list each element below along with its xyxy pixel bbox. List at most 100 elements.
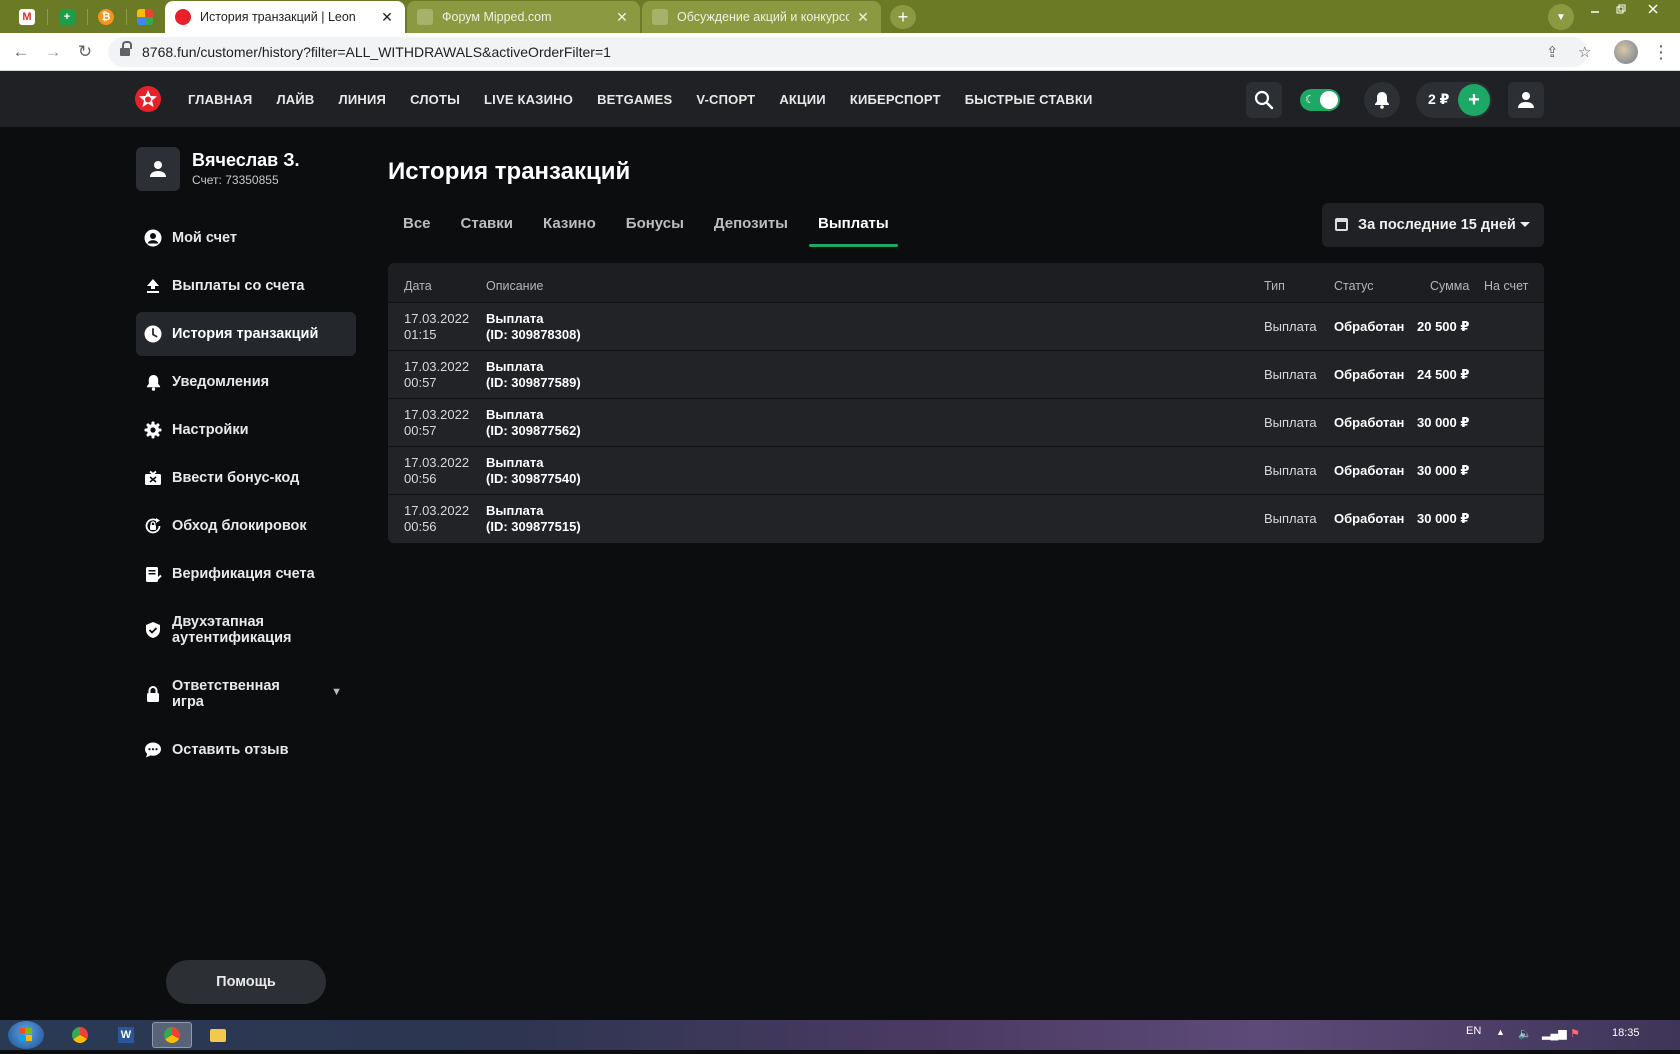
restore-button[interactable] bbox=[1608, 0, 1634, 18]
table-row[interactable]: 17.03.2022 00:57 Выплата (ID: 309877562)… bbox=[388, 399, 1544, 447]
chevron-down-icon[interactable]: ▼ bbox=[331, 686, 342, 698]
pinned-tab-bitcoin[interactable]: ₿ bbox=[91, 4, 121, 30]
colorful-apps-icon bbox=[137, 9, 153, 25]
tab-mipped-forum[interactable]: Форум Mipped.com ✕ bbox=[407, 1, 640, 33]
flag-alert-icon[interactable]: ⚑ bbox=[1570, 1027, 1580, 1040]
start-button[interactable] bbox=[8, 1021, 44, 1049]
row-type: Выплата bbox=[1264, 511, 1317, 526]
bell-icon bbox=[1375, 92, 1389, 109]
nav-quick-bets[interactable]: БЫСТРЫЕ СТАВКИ bbox=[965, 92, 1093, 107]
sidebar-item-label: Обход блокировок bbox=[172, 518, 307, 534]
leon-logo[interactable] bbox=[134, 85, 162, 113]
gift-icon bbox=[144, 469, 162, 487]
table-row[interactable]: 17.03.2022 00:56 Выплата (ID: 309877515)… bbox=[388, 495, 1544, 543]
lock-icon bbox=[120, 41, 132, 57]
sidebar-item-feedback[interactable]: Оставить отзыв bbox=[136, 728, 356, 772]
tab-promo-discussion[interactable]: Обсуждение акций и конкурсов ✕ bbox=[642, 1, 881, 33]
pinned-tab-sheets[interactable]: + bbox=[52, 4, 82, 30]
tray-expand-icon[interactable]: ▲ bbox=[1496, 1027, 1505, 1037]
row-time: 00:56 bbox=[404, 519, 437, 534]
row-time: 01:15 bbox=[404, 327, 437, 342]
tab-search-button[interactable]: ▼ bbox=[1548, 4, 1574, 30]
sidebar-item-bonus-code[interactable]: Ввести бонус-код bbox=[136, 456, 356, 500]
transactions-table: Дата Описание Тип Статус Сумма На счет 1… bbox=[388, 263, 1544, 543]
help-button[interactable]: Помощь bbox=[166, 960, 326, 1004]
period-dropdown[interactable]: За последние 15 дней bbox=[1322, 203, 1544, 247]
close-tab-icon[interactable]: ✕ bbox=[855, 9, 871, 26]
sidebar-item-two-factor[interactable]: Двухэтапная аутентификация bbox=[136, 600, 306, 660]
sidebar-item-settings[interactable]: Настройки bbox=[136, 408, 356, 452]
new-tab-button[interactable]: + bbox=[890, 5, 916, 29]
tab-leon-history[interactable]: История транзакций | Leon ✕ bbox=[165, 1, 405, 33]
profile-button[interactable] bbox=[1508, 82, 1544, 118]
pinned-tab-gmail[interactable]: M bbox=[12, 4, 42, 30]
network-icon[interactable]: ▂▄▆ bbox=[1542, 1027, 1567, 1040]
page-icon bbox=[652, 9, 668, 25]
volume-icon[interactable]: 🔈 bbox=[1518, 1027, 1532, 1040]
tab-casino[interactable]: Казино bbox=[528, 203, 611, 247]
deposit-plus-button[interactable]: + bbox=[1458, 84, 1490, 116]
search-button[interactable] bbox=[1246, 82, 1282, 118]
period-label: За последние 15 дней bbox=[1358, 217, 1516, 233]
nav-v-sport[interactable]: V-СПОРТ bbox=[696, 92, 755, 107]
taskbar-chrome-active[interactable] bbox=[152, 1022, 192, 1048]
nav-betgames[interactable]: BETGAMES bbox=[597, 92, 672, 107]
table-row[interactable]: 17.03.2022 00:57 Выплата (ID: 309877589)… bbox=[388, 351, 1544, 399]
minimize-button[interactable] bbox=[1582, 0, 1608, 18]
tab-all[interactable]: Все bbox=[388, 203, 446, 247]
sidebar-item-label: Двухэтапная аутентификация bbox=[172, 614, 292, 646]
back-button[interactable]: ← bbox=[10, 41, 32, 63]
tab-withdrawals[interactable]: Выплаты bbox=[803, 203, 904, 247]
close-tab-icon[interactable]: ✕ bbox=[379, 9, 395, 26]
browser-menu-icon[interactable]: ⋮ bbox=[1652, 41, 1670, 63]
column-header-date: Дата bbox=[404, 279, 432, 293]
table-row[interactable]: 17.03.2022 01:15 Выплата (ID: 309878308)… bbox=[388, 303, 1544, 351]
taskbar-word[interactable]: W bbox=[106, 1022, 146, 1048]
row-status: Обработан bbox=[1334, 319, 1405, 334]
row-id: (ID: 309877515) bbox=[486, 519, 581, 534]
table-row[interactable]: 17.03.2022 00:56 Выплата (ID: 309877540)… bbox=[388, 447, 1544, 495]
row-date: 17.03.2022 bbox=[404, 311, 470, 326]
sidebar-item-responsible-gaming[interactable]: Ответственная игра ▼ bbox=[136, 664, 356, 724]
language-indicator[interactable]: EN bbox=[1466, 1025, 1481, 1037]
nav-esports[interactable]: КИБЕРСПОРТ bbox=[850, 92, 941, 107]
address-bar[interactable]: 8768.fun/customer/history?filter=ALL_WIT… bbox=[108, 37, 1591, 67]
reload-button[interactable]: ↻ bbox=[74, 41, 96, 63]
pinned-tab-apps[interactable] bbox=[130, 4, 160, 30]
notifications-button[interactable] bbox=[1364, 82, 1400, 118]
tab-deposits[interactable]: Депозиты bbox=[699, 203, 803, 247]
row-date: 17.03.2022 bbox=[404, 455, 470, 470]
column-header-status: Статус bbox=[1334, 279, 1374, 293]
taskbar-explorer[interactable] bbox=[198, 1022, 238, 1048]
sidebar-item-verification[interactable]: Верификация счета bbox=[136, 552, 356, 596]
nav-live[interactable]: ЛАЙВ bbox=[276, 92, 314, 107]
tab-bets[interactable]: Ставки bbox=[446, 203, 528, 247]
tab-bonuses[interactable]: Бонусы bbox=[611, 203, 699, 247]
profile-avatar[interactable] bbox=[1614, 40, 1638, 64]
row-amount: 20 500 ₽ bbox=[1417, 319, 1470, 334]
nav-line[interactable]: ЛИНИЯ bbox=[339, 92, 387, 107]
row-status: Обработан bbox=[1334, 511, 1405, 526]
sidebar-item-notifications[interactable]: Уведомления bbox=[136, 360, 356, 404]
forward-button[interactable]: → bbox=[42, 41, 64, 63]
nav-promotions[interactable]: АКЦИИ bbox=[779, 92, 826, 107]
nav-slots[interactable]: СЛОТЫ bbox=[410, 92, 460, 107]
sidebar-item-withdrawals[interactable]: Выплаты со счета bbox=[136, 264, 356, 308]
taskbar-chrome[interactable] bbox=[60, 1022, 100, 1048]
theme-toggle[interactable]: ☾ bbox=[1300, 89, 1340, 111]
arrow-right-icon: → bbox=[44, 42, 62, 61]
user-card: Вячеслав З. Счет: 73350855 bbox=[136, 147, 366, 193]
sidebar-item-my-account[interactable]: Мой счет bbox=[136, 216, 356, 260]
close-window-button[interactable] bbox=[1640, 0, 1666, 18]
share-icon[interactable]: ⇪ bbox=[1546, 43, 1559, 61]
sidebar-item-label: Мой счет bbox=[172, 230, 237, 246]
nav-home[interactable]: ГЛАВНАЯ bbox=[188, 92, 252, 107]
close-tab-icon[interactable]: ✕ bbox=[614, 9, 630, 26]
balance-widget[interactable]: 2 ₽ + bbox=[1416, 82, 1492, 118]
windows-logo-icon bbox=[19, 1028, 32, 1041]
sidebar-item-bypass-blocks[interactable]: Обход блокировок bbox=[136, 504, 356, 548]
nav-live-casino[interactable]: LIVE КАЗИНО bbox=[484, 92, 573, 107]
bookmark-star-icon[interactable]: ☆ bbox=[1578, 43, 1591, 61]
sidebar-item-transaction-history[interactable]: История транзакций bbox=[136, 312, 356, 356]
clock-text[interactable]: 18:35 bbox=[1612, 1027, 1640, 1039]
